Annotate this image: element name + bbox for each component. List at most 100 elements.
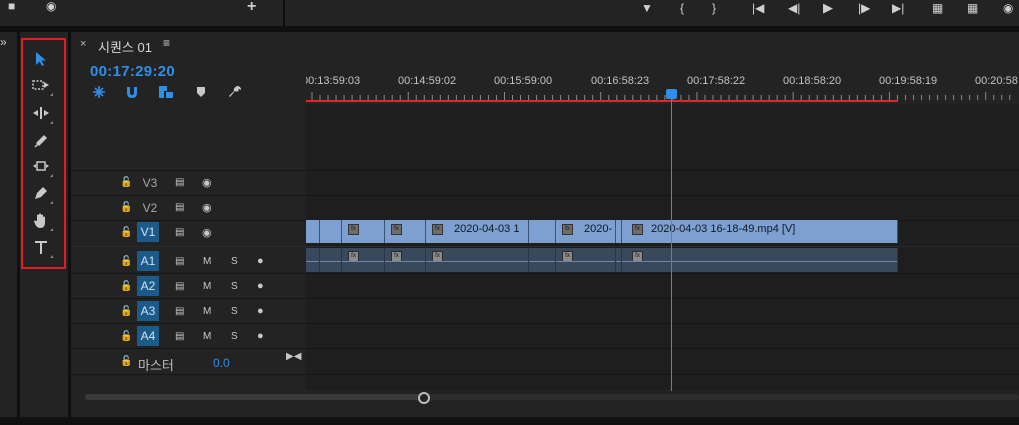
lock-icon[interactable]: 🔓 — [120, 256, 132, 267]
zoom-handle[interactable] — [418, 392, 430, 404]
hand-tool[interactable] — [29, 208, 53, 232]
sequence-tab-title[interactable]: 시퀀스 01 — [98, 37, 152, 56]
track-label-a2[interactable]: A2 — [137, 276, 159, 296]
nest-toggle[interactable] — [91, 84, 107, 100]
slip-tool[interactable] — [29, 154, 53, 178]
audio-clip[interactable]: fx — [426, 248, 529, 272]
track-label-v3[interactable]: V3 — [139, 173, 161, 193]
add-marker-button[interactable] — [195, 84, 207, 100]
audio-clip[interactable]: fx — [342, 248, 385, 272]
pen-tool[interactable] — [29, 181, 53, 205]
film-icon[interactable]: ▤ — [175, 256, 184, 267]
camera-icon[interactable]: ◉ — [46, 0, 56, 12]
video-clip[interactable]: fx — [385, 220, 426, 243]
film-icon[interactable]: ▤ — [175, 306, 184, 317]
playhead-line[interactable] — [671, 92, 672, 391]
panel-menu-icon[interactable]: ≡ — [163, 36, 170, 50]
video-clip[interactable]: fx — [342, 220, 385, 243]
playhead-timecode[interactable]: 00:17:29:20 — [90, 63, 175, 80]
add-marker-icon[interactable]: ▼ — [641, 2, 653, 14]
eye-icon[interactable]: ◉ — [202, 201, 212, 214]
video-clip[interactable] — [529, 220, 556, 243]
export-frame-icon[interactable]: ◉ — [1003, 2, 1013, 14]
track-label-a4[interactable]: A4 — [137, 326, 159, 346]
audio-clip[interactable]: fx — [622, 248, 898, 272]
go-to-end-icon[interactable]: ▶◀ — [286, 351, 301, 362]
extract-icon[interactable]: ▦ — [967, 2, 978, 14]
video-clip[interactable]: fx 2020-04-03 1 — [426, 220, 529, 243]
solo-button[interactable]: S — [231, 256, 238, 267]
lock-icon[interactable]: 🔓 — [120, 356, 132, 367]
track-divider — [71, 273, 1019, 274]
microphone-icon[interactable]: ● — [257, 330, 264, 342]
type-tool[interactable] — [29, 235, 53, 259]
video-clip[interactable]: fx 2020-04-03 16-18-49.mp4 [V] — [622, 220, 898, 243]
lock-icon[interactable]: 🔓 — [120, 202, 132, 213]
lock-icon[interactable]: 🔓 — [120, 281, 132, 292]
solo-button[interactable]: S — [231, 306, 238, 317]
eye-icon[interactable]: ◉ — [202, 176, 212, 189]
master-volume-value[interactable]: 0.0 — [213, 356, 230, 370]
film-icon[interactable]: ▤ — [175, 227, 184, 238]
chevron-right-icon[interactable]: » — [0, 36, 12, 48]
step-forward-icon[interactable]: |▶ — [858, 2, 870, 14]
mark-in-icon[interactable]: { — [680, 2, 684, 14]
film-icon[interactable]: ▤ — [175, 202, 184, 213]
microphone-icon[interactable]: ● — [257, 280, 264, 292]
mute-button[interactable]: M — [203, 281, 211, 292]
film-icon[interactable]: ▤ — [175, 331, 184, 342]
close-icon[interactable]: × — [80, 38, 86, 50]
mute-button[interactable]: M — [203, 331, 211, 342]
microphone-icon[interactable]: ● — [257, 255, 264, 267]
scroll-thumb[interactable] — [85, 394, 423, 400]
lift-icon[interactable]: ▦ — [932, 2, 943, 14]
ripple-edit-tool[interactable] — [29, 101, 53, 125]
microphone-icon[interactable]: ● — [257, 305, 264, 317]
tool-flyout-indicator — [50, 201, 53, 204]
mute-button[interactable]: M — [203, 306, 211, 317]
timeline-settings-button[interactable] — [227, 84, 243, 100]
play-icon[interactable]: ▶ — [823, 1, 833, 14]
lock-icon[interactable]: 🔓 — [120, 177, 132, 188]
playhead-handle[interactable] — [666, 89, 677, 99]
solo-button[interactable]: S — [231, 331, 238, 342]
clip-icon[interactable]: ■ — [8, 0, 15, 12]
mute-button[interactable]: M — [203, 256, 211, 267]
waveform — [306, 261, 319, 262]
audio-clip[interactable] — [306, 248, 320, 272]
audio-clip[interactable] — [529, 248, 556, 272]
lock-icon[interactable]: 🔓 — [120, 306, 132, 317]
eye-icon[interactable]: ◉ — [202, 226, 212, 239]
track-label-v2[interactable]: V2 — [139, 198, 161, 218]
solo-button[interactable]: S — [231, 281, 238, 292]
lock-icon[interactable]: 🔓 — [120, 227, 132, 238]
video-clip[interactable] — [320, 220, 342, 243]
audio-clip[interactable]: fx — [556, 248, 616, 272]
track-label-v1[interactable]: V1 — [137, 222, 159, 242]
razor-tool[interactable] — [29, 128, 53, 152]
film-icon[interactable]: ▤ — [175, 281, 184, 292]
audio-clip[interactable]: fx — [385, 248, 426, 272]
mark-out-icon[interactable]: } — [712, 2, 716, 14]
video-clip[interactable] — [306, 220, 320, 243]
track-label-a1[interactable]: A1 — [137, 251, 159, 271]
video-clip[interactable]: fx 2020- — [556, 220, 616, 243]
ruler-label: 00:17:58:22 — [687, 75, 746, 87]
track-select-forward-tool[interactable] — [29, 73, 53, 97]
linked-selection-toggle[interactable] — [157, 84, 175, 100]
film-icon[interactable]: ▤ — [175, 177, 184, 188]
snap-toggle[interactable] — [124, 84, 140, 100]
tool-flyout-indicator — [50, 121, 53, 124]
waveform — [320, 261, 341, 262]
add-button[interactable]: + — [247, 0, 256, 15]
track-label-a3[interactable]: A3 — [137, 301, 159, 321]
audio-clip[interactable] — [320, 248, 342, 272]
fx-badge-icon: fx — [391, 224, 402, 235]
ruler-label: 00:16:58:23 — [591, 75, 650, 87]
step-back-icon[interactable]: ◀| — [788, 2, 800, 14]
ruler-label: 00:19:58:19 — [879, 75, 938, 87]
lock-icon[interactable]: 🔓 — [120, 331, 132, 342]
go-to-out-icon[interactable]: ▶| — [892, 2, 904, 14]
selection-tool[interactable] — [29, 47, 53, 71]
go-to-in-icon[interactable]: |◀ — [752, 2, 764, 14]
